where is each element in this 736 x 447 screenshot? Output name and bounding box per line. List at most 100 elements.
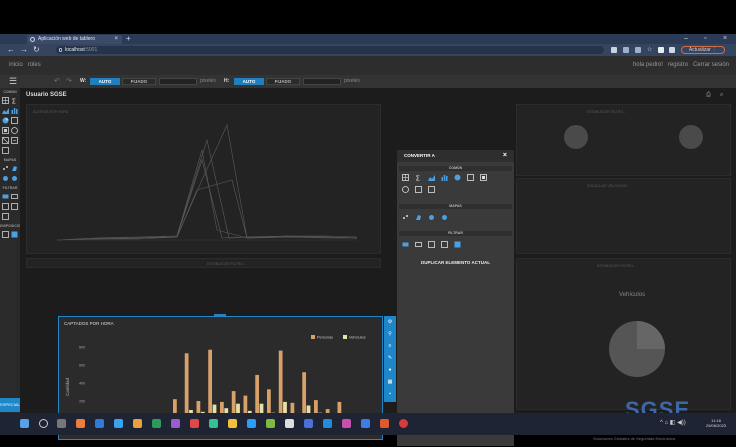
tab-close-icon[interactable]: × <box>114 35 118 44</box>
width-input[interactable] <box>159 78 197 85</box>
maximize-button[interactable]: ▫ <box>704 34 706 44</box>
height-auto-button[interactable]: AUTO <box>234 78 264 85</box>
search-icon[interactable] <box>39 419 48 428</box>
status-panel[interactable]: ESTABLECER FILTRO... <box>516 104 731 176</box>
extensions-icon[interactable] <box>658 47 664 53</box>
app-icon-17[interactable] <box>380 419 389 428</box>
windows-start-icon[interactable] <box>20 419 29 428</box>
update-button[interactable]: Actualizar ⋮ <box>681 46 725 54</box>
app-icon-13[interactable] <box>304 419 313 428</box>
height-input[interactable] <box>303 78 341 85</box>
system-clock[interactable]: 11:18 29/06/2023 <box>706 418 726 428</box>
app-icon-10[interactable] <box>247 419 256 428</box>
close-window-button[interactable]: × <box>723 34 727 44</box>
convert-sum-icon[interactable]: Σ <box>415 174 422 182</box>
app-icon-15[interactable] <box>342 419 351 428</box>
bubble-map-icon[interactable] <box>2 175 9 182</box>
convert-gauge-icon[interactable] <box>402 186 409 193</box>
key-icon[interactable] <box>611 47 617 53</box>
forward-arrow-icon[interactable]: → <box>20 44 28 56</box>
url-field[interactable]: localhost:5001 <box>56 46 604 54</box>
app-icon-11[interactable] <box>266 419 275 428</box>
card-icon[interactable] <box>2 127 9 134</box>
table-icon[interactable] <box>2 97 9 104</box>
share-icon[interactable] <box>635 47 641 53</box>
nav-registro[interactable]: registro <box>668 62 688 68</box>
app-icon-3[interactable] <box>114 419 123 428</box>
convert-combo-box-icon[interactable] <box>402 241 409 248</box>
vehicles-panel[interactable]: ESTABLECER FILTRO... Vehículos <box>516 258 731 410</box>
reload-icon[interactable]: ↻ <box>33 44 40 56</box>
minimize-button[interactable]: – <box>684 34 688 44</box>
tree-view-icon[interactable] <box>2 203 9 210</box>
browser-tab[interactable]: Aplicación web de tablero × <box>27 35 122 44</box>
convert-list-box-icon[interactable] <box>415 241 422 248</box>
pie-chart-icon[interactable] <box>2 117 9 124</box>
convert-date-filter-icon[interactable] <box>441 241 448 248</box>
convert-card-icon[interactable] <box>480 174 487 181</box>
tab-container-icon[interactable] <box>11 231 18 238</box>
app-icon-16[interactable] <box>361 419 370 428</box>
list-box-icon[interactable] <box>11 193 18 200</box>
app-icon-1[interactable] <box>76 419 85 428</box>
grid-icon[interactable] <box>2 147 9 154</box>
user-greeting[interactable]: hola pedro! <box>633 62 663 68</box>
sidebar-section-especial[interactable]: ESPECIAL <box>0 398 20 412</box>
app-icon-14[interactable] <box>323 419 332 428</box>
layers-icon[interactable]: ≡ <box>387 344 393 349</box>
convert-pie-icon[interactable] <box>454 174 461 181</box>
app-icon-7[interactable] <box>190 419 199 428</box>
convert-image-icon[interactable] <box>467 174 474 181</box>
filter-icon[interactable]: ⚲ <box>387 332 393 337</box>
app-icon-9[interactable] <box>228 419 237 428</box>
convert-range-filter-icon[interactable] <box>454 241 461 248</box>
zoom-icon[interactable]: ⌕ <box>720 92 723 99</box>
bar-chart-icon[interactable] <box>11 107 18 114</box>
convert-table-icon[interactable] <box>402 174 409 181</box>
task-view-icon[interactable] <box>57 419 66 428</box>
settings-icon[interactable]: ⚙ <box>387 320 393 325</box>
palette-icon[interactable]: ● <box>387 368 393 373</box>
translate-icon[interactable] <box>623 47 629 53</box>
sum-icon[interactable]: Σ <box>11 97 18 105</box>
redo-icon[interactable]: ↷ <box>66 75 72 88</box>
range-filter-icon[interactable] <box>2 213 9 220</box>
nav-roles[interactable]: roles <box>28 62 41 68</box>
bookmark-star-icon[interactable]: ☆ <box>647 47 653 53</box>
undo-icon[interactable]: ↶ <box>54 75 60 88</box>
convert-bubble-map-icon[interactable] <box>428 214 435 221</box>
convert-textbox-icon[interactable] <box>428 186 435 193</box>
convert-flow-map-icon[interactable] <box>441 214 448 221</box>
area-chart-icon[interactable] <box>2 107 9 114</box>
app-icon-5[interactable] <box>152 419 161 428</box>
menu-icon[interactable]: ☰ <box>9 76 17 87</box>
group-icon[interactable] <box>2 231 9 238</box>
nav-inicio[interactable]: inicio <box>9 62 23 68</box>
app-icon-8[interactable] <box>209 419 218 428</box>
flow-map-icon[interactable] <box>11 175 18 182</box>
tray-icons[interactable]: ^ ⌂ ◧ ◀)) <box>660 419 686 426</box>
convert-area-icon[interactable] <box>428 174 435 181</box>
height-fixed-button[interactable]: FIJADO <box>266 78 300 85</box>
convert-pivot-icon[interactable] <box>415 186 422 193</box>
app-icon-6[interactable] <box>171 419 180 428</box>
file-explorer-icon[interactable] <box>133 419 142 428</box>
width-auto-button[interactable]: AUTO <box>90 78 120 85</box>
chart-type-icon[interactable]: ▦ <box>387 380 393 385</box>
duplicate-item-button[interactable]: DUPLICAR ELEMENTO ACTUAL <box>397 260 514 265</box>
choropleth-icon[interactable] <box>11 165 18 172</box>
convert-tree-view-icon[interactable] <box>428 241 435 248</box>
back-arrow-icon[interactable]: ← <box>7 44 15 56</box>
convert-choropleth-icon[interactable] <box>415 214 422 221</box>
speed-panel[interactable]: ESCALA DE VELOCIDAD <box>516 178 731 254</box>
print-icon[interactable]: ⎙ <box>706 92 711 99</box>
more-icon[interactable]: ▪ <box>387 392 393 397</box>
convert-bar-icon[interactable] <box>441 174 448 181</box>
chrome-icon[interactable] <box>399 419 408 428</box>
date-filter-icon[interactable] <box>11 203 18 210</box>
pivot-icon[interactable] <box>2 137 9 144</box>
geo-point-icon[interactable] <box>2 165 9 172</box>
wrench-icon[interactable]: ✎ <box>387 356 393 361</box>
width-fixed-button[interactable]: FIJADO <box>122 78 156 85</box>
site-info-icon[interactable] <box>59 48 62 52</box>
